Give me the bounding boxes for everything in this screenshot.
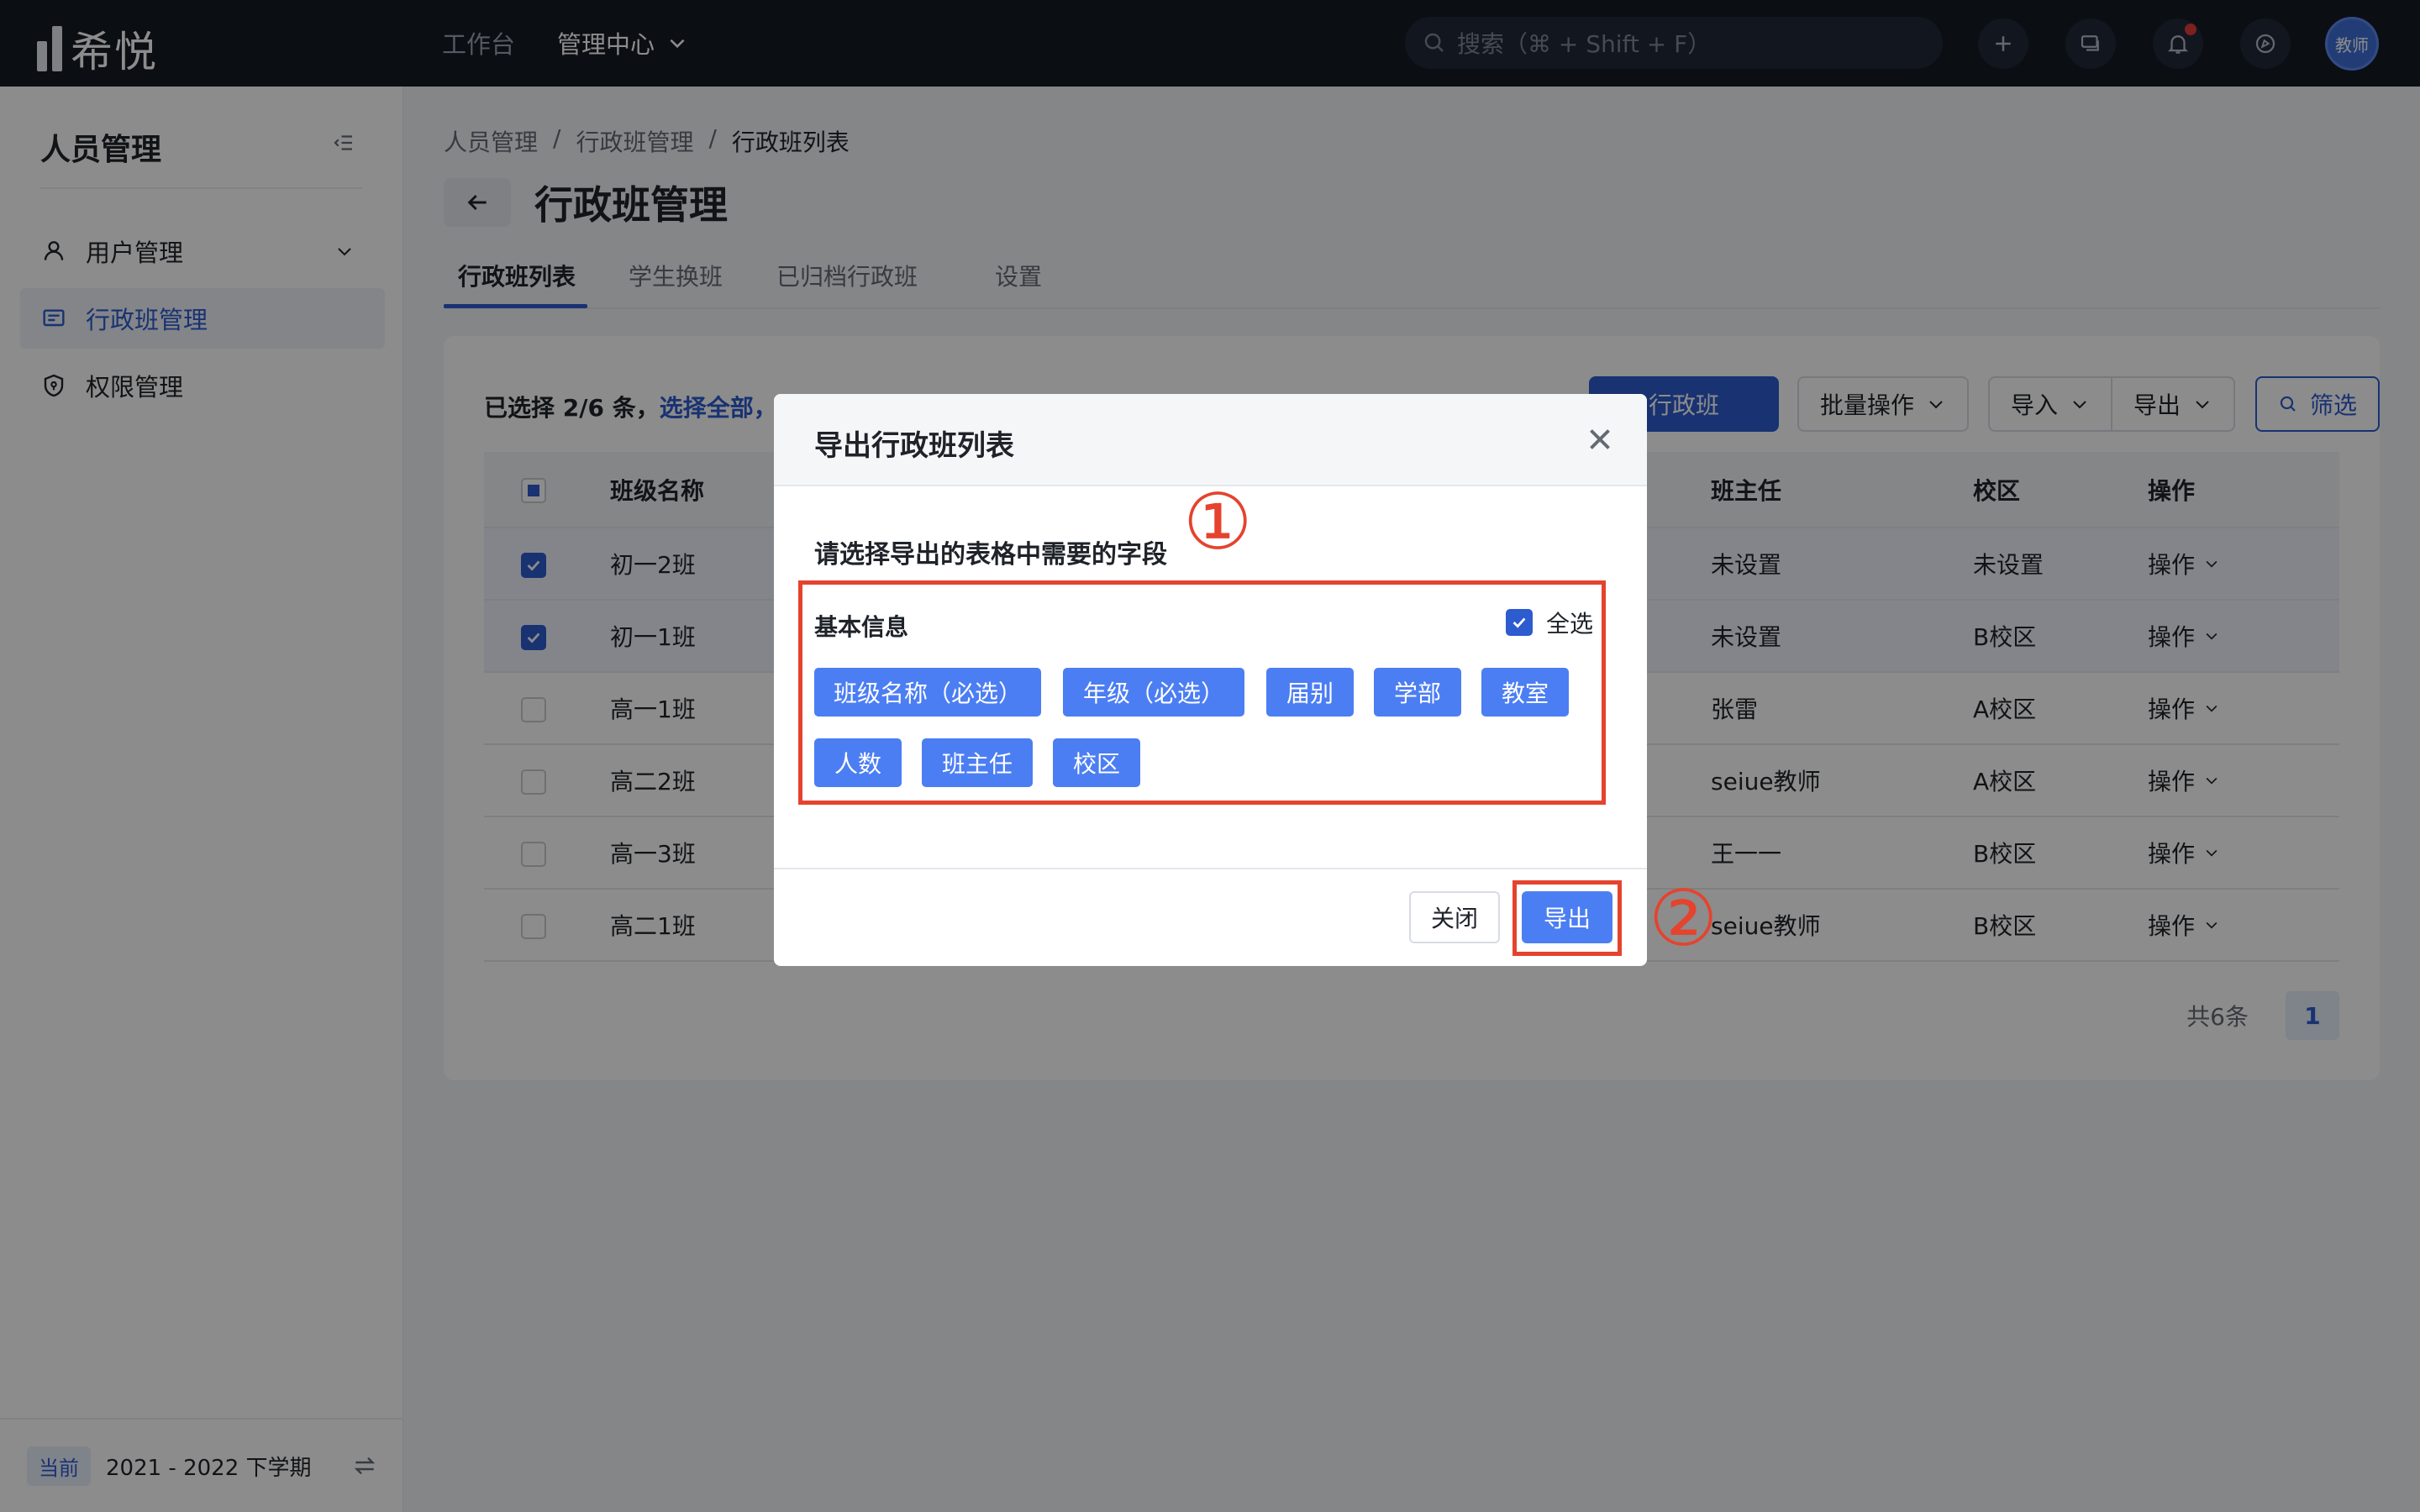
dialog-header: 导出行政班列表 xyxy=(774,394,1647,486)
dialog-close-button[interactable]: 关闭 xyxy=(1409,891,1500,943)
annotation-box-export xyxy=(1512,880,1622,956)
dialog-instruction: 请选择导出的表格中需要的字段 xyxy=(814,540,1167,570)
annotation-step-2: ② xyxy=(1649,874,1718,963)
dialog-footer-divider xyxy=(774,868,1647,869)
close-icon[interactable] xyxy=(1585,424,1615,454)
annotation-box-fields xyxy=(798,580,1606,805)
dialog-title: 导出行政班列表 xyxy=(814,429,1014,463)
annotation-step-1: ① xyxy=(1183,477,1253,567)
